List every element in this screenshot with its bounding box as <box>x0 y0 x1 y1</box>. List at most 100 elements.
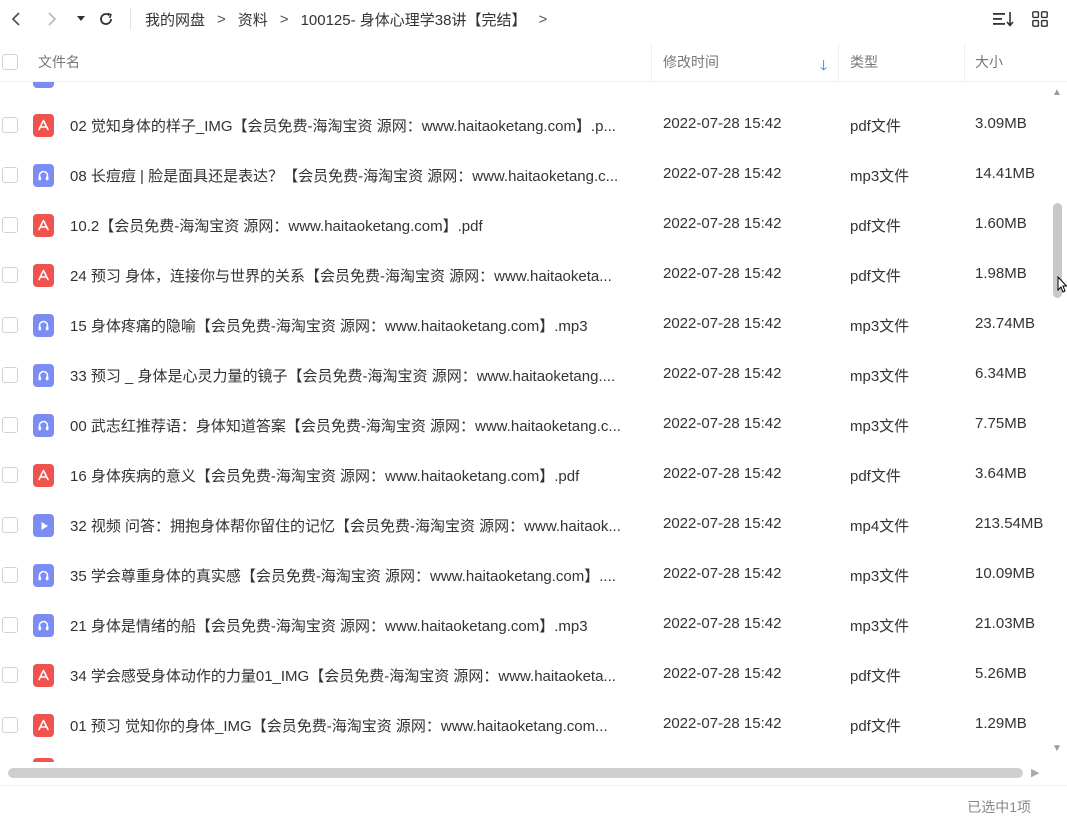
file-type: pdf文件 <box>850 468 901 485</box>
row-checkbox[interactable] <box>2 567 18 583</box>
breadcrumb-separator: > <box>279 10 289 28</box>
row-checkbox[interactable] <box>2 167 18 183</box>
breadcrumb: 我的网盘 > 资料 > 100125- 身体心理学38讲【完结】 > <box>143 9 557 30</box>
scroll-right-arrow-icon[interactable]: ▶ <box>1031 766 1039 779</box>
file-name[interactable]: 24 预习 身体，连接你与世界的关系【会员免费-海淘宝资 源网：www.hait… <box>70 265 642 286</box>
video-file-icon <box>33 514 54 537</box>
row-checkbox[interactable] <box>2 467 18 483</box>
file-modified: 2022-07-28 15:42 <box>663 515 782 532</box>
row-checkbox[interactable] <box>2 317 18 333</box>
file-row[interactable]: 01 预习 觉知你的身体_IMG【会员免费-海淘宝资 源网：www.haitao… <box>0 700 1050 750</box>
breadcrumb-item-folder[interactable]: 资料 <box>236 9 270 30</box>
caret-down-icon <box>77 16 85 21</box>
column-modified[interactable]: 修改时间 <box>663 43 719 81</box>
file-type: mp4文件 <box>850 518 910 535</box>
column-name[interactable]: 文件名 <box>38 43 80 81</box>
file-name[interactable]: 33 预习 _ 身体是心灵力量的镜子【会员免费-海淘宝资 源网：www.hait… <box>70 365 642 386</box>
audio-file-icon <box>33 164 54 187</box>
breadcrumb-separator: > <box>538 10 548 28</box>
file-size: 1.98MB <box>975 265 1027 282</box>
history-dropdown-button[interactable] <box>72 5 90 33</box>
file-name[interactable]: 32 视频 问答：拥抱身体帮你留住的记忆【会员免费-海淘宝资 源网：www.ha… <box>70 515 642 536</box>
partial-file-icon <box>33 82 54 88</box>
file-name[interactable]: 15 身体疼痛的隐喻【会员免费-海淘宝资 源网：www.haitaoketang… <box>70 315 642 336</box>
row-checkbox[interactable] <box>2 667 18 683</box>
file-modified: 2022-07-28 15:42 <box>663 115 782 132</box>
column-size[interactable]: 大小 <box>975 43 1003 81</box>
select-all-checkbox[interactable] <box>2 54 18 70</box>
breadcrumb-item-current[interactable]: 100125- 身体心理学38讲【完结】 <box>299 9 529 30</box>
file-modified: 2022-07-28 15:42 <box>663 415 782 432</box>
row-checkbox[interactable] <box>2 117 18 133</box>
file-row[interactable]: 33 预习 _ 身体是心灵力量的镜子【会员免费-海淘宝资 源网：www.hait… <box>0 350 1050 400</box>
column-header: 文件名 修改时间 🡓 类型 大小 <box>0 43 1067 82</box>
breadcrumb-item-root[interactable]: 我的网盘 <box>143 9 207 30</box>
file-name[interactable]: 01 预习 觉知你的身体_IMG【会员免费-海淘宝资 源网：www.haitao… <box>70 715 642 736</box>
column-divider[interactable] <box>651 43 652 81</box>
file-size: 14.41MB <box>975 165 1036 182</box>
file-row[interactable]: 15 身体疼痛的隐喻【会员免费-海淘宝资 源网：www.haitaoketang… <box>0 300 1050 350</box>
row-checkbox[interactable] <box>2 217 18 233</box>
file-size: 1.29MB <box>975 715 1027 732</box>
file-name[interactable]: 16 身体疾病的意义【会员免费-海淘宝资 源网：www.haitaoketang… <box>70 465 642 486</box>
back-button[interactable] <box>2 5 30 33</box>
file-row[interactable]: 10.2【会员免费-海淘宝资 源网：www.haitaoketang.com】.… <box>0 200 1050 250</box>
file-name[interactable]: 21 身体是情绪的船【会员免费-海淘宝资 源网：www.haitaoketang… <box>70 615 642 636</box>
file-modified: 2022-07-28 15:42 <box>663 565 782 582</box>
refresh-icon <box>100 12 112 25</box>
file-row[interactable]: 24 预习 身体，连接你与世界的关系【会员免费-海淘宝资 源网：www.hait… <box>0 250 1050 300</box>
row-checkbox[interactable] <box>2 717 18 733</box>
file-name[interactable]: 35 学会尊重身体的真实感【会员免费-海淘宝资 源网：www.haitaoket… <box>70 565 642 586</box>
column-divider[interactable] <box>838 43 839 81</box>
refresh-button[interactable] <box>92 5 120 33</box>
file-modified: 2022-07-28 15:42 <box>663 315 782 332</box>
file-size: 5.26MB <box>975 665 1027 682</box>
file-type: mp3文件 <box>850 418 910 435</box>
file-type: pdf文件 <box>850 718 901 735</box>
scroll-down-arrow-icon[interactable]: ▼ <box>1051 744 1063 754</box>
column-type[interactable]: 类型 <box>850 43 878 81</box>
pdf-file-icon <box>33 464 54 487</box>
pdf-file-icon <box>33 114 54 137</box>
file-name[interactable]: 00 武志红推荐语：身体知道答案【会员免费-海淘宝资 源网：www.haitao… <box>70 415 642 436</box>
file-name[interactable]: 34 学会感受身体动作的力量01_IMG【会员免费-海淘宝资 源网：www.ha… <box>70 665 642 686</box>
sort-button[interactable] <box>993 8 1015 30</box>
row-checkbox[interactable] <box>2 367 18 383</box>
file-type: pdf文件 <box>850 268 901 285</box>
file-row[interactable]: 21 身体是情绪的船【会员免费-海淘宝资 源网：www.haitaoketang… <box>0 600 1050 650</box>
file-size: 7.75MB <box>975 415 1027 432</box>
file-name[interactable]: 02 觉知身体的样子_IMG【会员免费-海淘宝资 源网：www.haitaoke… <box>70 115 642 136</box>
row-checkbox[interactable] <box>2 267 18 283</box>
toolbar: 我的网盘 > 资料 > 100125- 身体心理学38讲【完结】 > <box>0 0 1067 38</box>
chevron-right-icon <box>48 12 57 26</box>
file-type: mp3文件 <box>850 368 910 385</box>
file-size: 21.03MB <box>975 615 1036 632</box>
file-row[interactable]: 16 身体疾病的意义【会员免费-海淘宝资 源网：www.haitaoketang… <box>0 450 1050 500</box>
file-name[interactable]: 10.2【会员免费-海淘宝资 源网：www.haitaoketang.com】.… <box>70 215 642 236</box>
file-modified: 2022-07-28 15:42 <box>663 265 782 282</box>
file-row[interactable]: 32 视频 问答：拥抱身体帮你留住的记忆【会员免费-海淘宝资 源网：www.ha… <box>0 500 1050 550</box>
file-row[interactable]: 02 觉知身体的样子_IMG【会员免费-海淘宝资 源网：www.haitaoke… <box>0 100 1050 150</box>
file-type: mp3文件 <box>850 318 910 335</box>
file-name[interactable]: 08 长痘痘 | 脸是面具还是表达？【会员免费-海淘宝资 源网：www.hait… <box>70 165 642 186</box>
audio-file-icon <box>33 564 54 587</box>
row-checkbox[interactable] <box>2 517 18 533</box>
file-modified: 2022-07-28 15:42 <box>663 215 782 232</box>
grid-view-button[interactable] <box>1029 8 1051 30</box>
file-size: 10.09MB <box>975 565 1036 582</box>
file-row[interactable]: 34 学会感受身体动作的力量01_IMG【会员免费-海淘宝资 源网：www.ha… <box>0 650 1050 700</box>
file-row[interactable]: 35 学会尊重身体的真实感【会员免费-海淘宝资 源网：www.haitaoket… <box>0 550 1050 600</box>
file-type: pdf文件 <box>850 118 901 135</box>
chevron-left-icon <box>11 12 20 26</box>
sort-icon <box>993 12 1014 27</box>
file-row[interactable]: 00 武志红推荐语：身体知道答案【会员免费-海淘宝资 源网：www.haitao… <box>0 400 1050 450</box>
horizontal-scrollbar-thumb[interactable] <box>8 768 1023 778</box>
row-checkbox[interactable] <box>2 617 18 633</box>
toolbar-divider <box>130 8 131 30</box>
row-checkbox[interactable] <box>2 417 18 433</box>
scroll-up-arrow-icon[interactable]: ▲ <box>1051 88 1063 98</box>
file-row[interactable]: 08 长痘痘 | 脸是面具还是表达？【会员免费-海淘宝资 源网：www.hait… <box>0 150 1050 200</box>
forward-button[interactable] <box>38 5 66 33</box>
column-divider[interactable] <box>964 43 965 81</box>
mouse-cursor-icon <box>1057 276 1067 293</box>
